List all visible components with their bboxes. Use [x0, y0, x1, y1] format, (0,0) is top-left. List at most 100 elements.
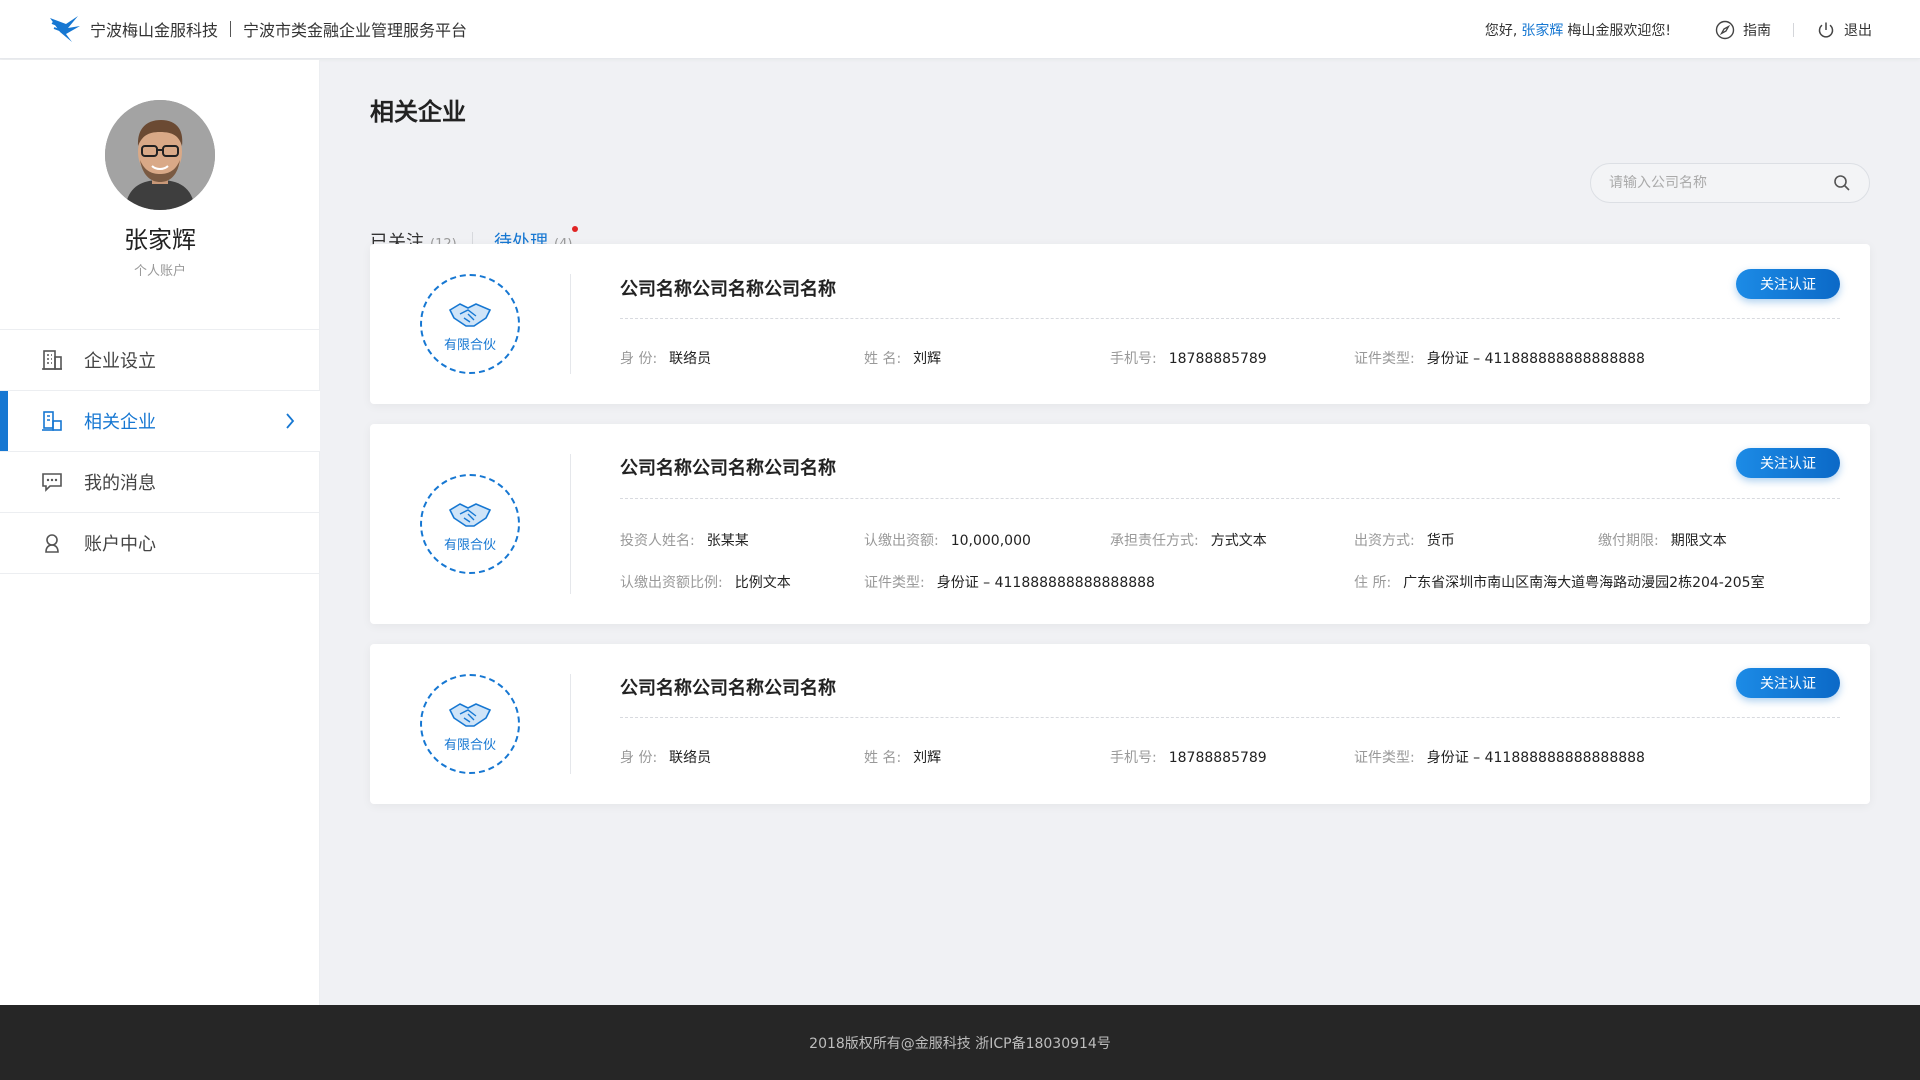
platform-name: 宁波市类金融企业管理服务平台 [243, 21, 468, 40]
card-dashed-divider [620, 498, 1840, 499]
field-name: 姓 名: 刘辉 [864, 348, 941, 368]
field-value: 方式文本 [1210, 533, 1267, 549]
copyright-text: 2018版权所有@金服科技 浙ICP备18030914号 [809, 1035, 1111, 1052]
handshake-icon [448, 702, 492, 727]
field-value: 刘辉 [913, 351, 942, 367]
field-value: 货币 [1426, 533, 1455, 549]
field-value: 期限文本 [1670, 533, 1727, 549]
field-value: 身份证 – 411888888888888888 [1426, 750, 1645, 766]
field-label: 出资方式: [1354, 533, 1415, 549]
company-type-badge: 有限合伙 [420, 274, 520, 374]
follow-verify-button[interactable]: 关注认证 [1736, 668, 1840, 698]
field-label: 证件类型: [864, 575, 925, 591]
footer: 2018版权所有@金服科技 浙ICP备18030914号 [0, 1005, 1920, 1080]
field-label: 投资人姓名: [620, 533, 695, 549]
field-label: 承担责任方式: [1110, 533, 1199, 549]
message-icon [40, 470, 64, 494]
field-payment-term: 缴付期限: 期限文本 [1598, 530, 1727, 550]
brand[interactable]: 宁波梅山金服科技 宁波市类金融企业管理服务平台 [48, 14, 467, 44]
field-label: 姓 名: [864, 750, 902, 766]
field-label: 身 份: [620, 750, 658, 766]
field-phone: 手机号: 18788885789 [1110, 747, 1267, 767]
guide-link[interactable]: 指南 [1715, 20, 1771, 40]
page-title: 相关企业 [370, 98, 466, 126]
company-name: 公司名称公司名称公司名称 [620, 279, 836, 300]
company-name: 公司名称公司名称公司名称 [620, 458, 836, 479]
sidebar-item-label: 企业设立 [84, 351, 156, 372]
sidebar: 张家辉 个人账户 企业设立 相关企业 我的消息 账户中心 [0, 60, 320, 1005]
field-investor-name: 投资人姓名: 张某某 [620, 530, 749, 550]
greeting-username[interactable]: 张家辉 [1521, 20, 1563, 40]
field-value: 身份证 – 411888888888888888 [936, 575, 1155, 591]
building-icon [40, 348, 64, 372]
field-value: 身份证 – 411888888888888888 [1426, 351, 1645, 367]
greeting-prefix: 您好, [1484, 23, 1518, 39]
field-label: 证件类型: [1354, 750, 1415, 766]
sidebar-item-company-setup[interactable]: 企业设立 [0, 330, 320, 391]
top-header: 宁波梅山金服科技 宁波市类金融企业管理服务平台 您好, 张家辉 梅山金服欢迎您!… [0, 0, 1920, 59]
field-value: 联络员 [669, 351, 712, 367]
field-value: 10,000,000 [950, 533, 1031, 549]
field-value: 18788885789 [1168, 750, 1267, 766]
sidebar-item-label: 账户中心 [84, 534, 156, 555]
sidebar-item-messages[interactable]: 我的消息 [0, 452, 320, 513]
field-label: 认缴出资额比例: [620, 575, 723, 591]
profile-name: 张家辉 [124, 226, 196, 254]
power-icon [1818, 22, 1834, 38]
company-type-badge: 有限合伙 [420, 674, 520, 774]
company-card[interactable]: 有限合伙 公司名称公司名称公司名称 关注认证 投资人姓名: 张某某 认缴出资额: 1… [370, 424, 1870, 624]
logout-label: 退出 [1844, 23, 1872, 39]
search-icon[interactable] [1833, 174, 1851, 192]
handshake-icon [448, 502, 492, 527]
brand-name: 宁波梅山金服科技 [90, 21, 219, 40]
badge-label: 有限合伙 [443, 537, 496, 553]
brand-separator [230, 21, 232, 37]
field-value: 比例文本 [734, 575, 791, 591]
field-subscribed-capital: 认缴出资额: 10,000,000 [864, 530, 1031, 550]
user-icon [40, 531, 64, 555]
account-type: 个人账户 [133, 264, 186, 279]
field-id-type: 证件类型: 身份证 – 411888888888888888 [1354, 747, 1645, 767]
field-liability-mode: 承担责任方式: 方式文本 [1110, 530, 1267, 550]
field-value: 18788885789 [1168, 351, 1267, 367]
header-actions: 您好, 张家辉 梅山金服欢迎您! 指南 退出 [1485, 17, 1872, 43]
field-label: 身 份: [620, 351, 658, 367]
company-name: 公司名称公司名称公司名称 [620, 678, 836, 699]
company-card[interactable]: 有限合伙 公司名称公司名称公司名称 关注认证 身 份: 联络员 姓 名: 刘辉 手机… [370, 244, 1870, 404]
field-address: 住 所: 广东省深圳市南山区南海大道粤海路动漫园2栋204-205室 [1354, 572, 1765, 592]
company-card[interactable]: 有限合伙 公司名称公司名称公司名称 关注认证 身 份: 联络员 姓 名: 刘辉 手机… [370, 644, 1870, 804]
search-input[interactable] [1609, 175, 1833, 191]
profile-panel: 张家辉 个人账户 [0, 60, 319, 330]
sidebar-item-account-center[interactable]: 账户中心 [0, 513, 320, 574]
sidebar-item-label: 相关企业 [84, 412, 156, 433]
field-label: 证件类型: [1354, 351, 1415, 367]
follow-verify-button[interactable]: 关注认证 [1736, 448, 1840, 478]
field-identity: 身 份: 联络员 [620, 747, 711, 767]
badge-label: 有限合伙 [443, 737, 496, 753]
handshake-icon [448, 302, 492, 327]
field-label: 缴付期限: [1598, 533, 1659, 549]
sidebar-item-label: 我的消息 [84, 473, 156, 494]
field-id-type: 证件类型: 身份证 – 411888888888888888 [864, 572, 1155, 592]
field-label: 手机号: [1110, 351, 1157, 367]
notification-dot [572, 226, 579, 232]
search-box [1590, 163, 1870, 203]
greeting-suffix: 梅山金服欢迎您! [1567, 23, 1671, 39]
related-company-icon [40, 409, 64, 433]
field-label: 认缴出资额: [864, 533, 939, 549]
card-divider [570, 274, 571, 374]
avatar[interactable] [105, 100, 215, 210]
field-value: 联络员 [669, 750, 712, 766]
logout-link[interactable]: 退出 [1816, 20, 1872, 40]
guide-label: 指南 [1743, 23, 1771, 39]
follow-verify-button[interactable]: 关注认证 [1736, 269, 1840, 299]
header-divider [1793, 23, 1794, 37]
field-id-type: 证件类型: 身份证 – 411888888888888888 [1354, 348, 1645, 368]
sidebar-item-related-companies[interactable]: 相关企业 [0, 391, 320, 452]
field-value: 广东省深圳市南山区南海大道粤海路动漫园2栋204-205室 [1403, 575, 1765, 591]
card-divider [570, 674, 571, 774]
field-phone: 手机号: 18788885789 [1110, 348, 1267, 368]
avatar-image [105, 100, 215, 210]
field-capital-ratio: 认缴出资额比例: 比例文本 [620, 572, 791, 592]
field-label: 住 所: [1354, 575, 1392, 591]
